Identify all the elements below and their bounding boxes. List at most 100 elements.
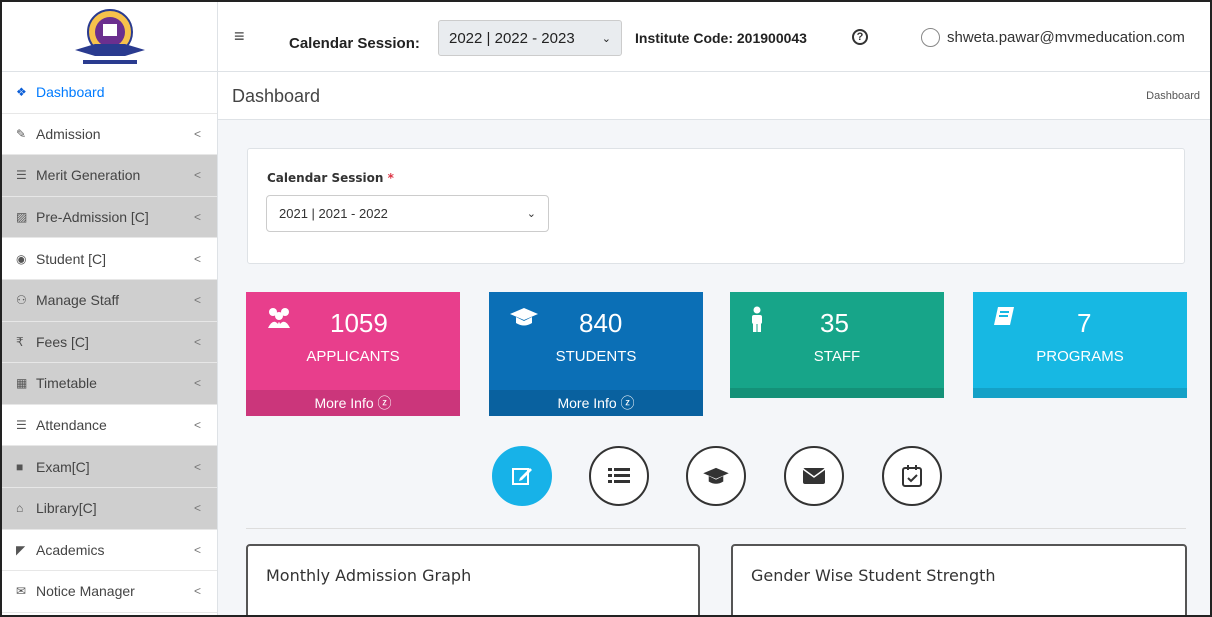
list-shortcut-button[interactable] <box>589 446 649 506</box>
graduation-cap-icon: ◤ <box>16 542 26 557</box>
programs-footer-bar[interactable] <box>973 388 1187 398</box>
required-marker: * <box>387 171 394 185</box>
users-icon <box>266 306 292 336</box>
chevron-left-icon: < <box>193 584 201 599</box>
staff-label: STAFF <box>813 348 861 365</box>
programs-count: 7 <box>1077 308 1092 338</box>
graduation-cap-icon <box>703 467 729 484</box>
page-title: Dashboard <box>232 86 321 106</box>
graduation-cap-icon <box>509 306 539 334</box>
academics-shortcut-button[interactable] <box>686 446 746 506</box>
chevron-left-icon: < <box>193 459 201 474</box>
sidebar-item-manage-staff[interactable]: ⚇ Manage Staff < <box>2 279 217 322</box>
envelope-icon: ✉ <box>16 584 27 599</box>
calendar-session-select[interactable]: 2022 | 2022 - 2023 ⌄ <box>438 20 622 56</box>
staff-count: 35 <box>820 308 849 338</box>
sidebar-item-admission[interactable]: ✎ Admission < <box>2 114 217 156</box>
top-navbar: ≡ Calendar Session: 2022 | 2022 - 2023 ⌄… <box>2 2 1210 72</box>
breadcrumb[interactable]: Dashboard <box>1146 90 1200 102</box>
sidebar-item-attendance[interactable]: ☰ Attendance < <box>2 405 217 447</box>
list-icon: ☰ <box>16 418 27 433</box>
sidebar-item-label: Attendance <box>36 417 107 434</box>
calendar-session-dropdown[interactable]: 2021 | 2021 - 2022 ⌄ <box>266 195 549 232</box>
monthly-admission-graph-card: Monthly Admission Graph <box>246 544 700 615</box>
applicants-more-info-link[interactable]: More Info ⓩ <box>246 390 460 416</box>
sidebar-item-label: Timetable <box>36 375 97 392</box>
edit-shortcut-button[interactable] <box>492 446 552 506</box>
sidebar: ❖ Dashboard ✎ Admission < ☰ Merit Genera… <box>2 72 218 615</box>
programs-label: PROGRAMS <box>1036 348 1124 365</box>
calendar-shortcut-button[interactable] <box>882 446 942 506</box>
applicants-count: 1059 <box>330 308 388 338</box>
students-stat-box: 840 STUDENTS More Info ⓩ <box>489 292 703 416</box>
sidebar-item-pre-admission[interactable]: ▨ Pre-Admission [C] < <box>2 196 217 239</box>
sidebar-item-label: Notice Manager <box>36 583 135 600</box>
copy-icon: ▨ <box>16 210 28 225</box>
male-icon <box>750 306 764 338</box>
students-count: 840 <box>579 308 623 338</box>
chevron-left-icon: < <box>193 168 201 183</box>
user-avatar-icon[interactable] <box>921 28 940 47</box>
sidebar-item-academics[interactable]: ◤ Academics < <box>2 530 217 572</box>
chevron-left-icon: < <box>193 210 201 225</box>
user-circle-icon: ◉ <box>16 251 27 266</box>
sidebar-item-timetable[interactable]: ▦ Timetable < <box>2 363 217 405</box>
chevron-down-icon: ⌄ <box>526 208 536 220</box>
sidebar-item-label: Library[C] <box>36 500 97 517</box>
library-icon: ⌂ <box>16 501 24 516</box>
sidebar-item-label: Dashboard <box>36 84 105 101</box>
list-icon: ☰ <box>16 168 27 183</box>
sidebar-item-label: Academics <box>36 541 105 558</box>
chevron-left-icon: < <box>193 542 201 557</box>
chevron-left-icon: < <box>193 126 201 141</box>
calendar-session-label: Calendar Session: <box>289 35 420 52</box>
sidebar-item-label: Pre-Admission [C] <box>36 209 149 226</box>
dropdown-value: 2021 | 2021 - 2022 <box>279 206 388 221</box>
envelope-icon <box>802 468 826 484</box>
sidebar-item-dashboard[interactable]: ❖ Dashboard <box>2 72 217 114</box>
field-label-text: Calendar Session <box>267 171 384 185</box>
staff-footer-bar[interactable] <box>730 388 944 398</box>
sidebar-item-label: Fees [C] <box>36 333 89 350</box>
applicants-label: APPLICANTS <box>306 348 400 365</box>
calendar-check-icon <box>902 465 922 487</box>
sidebar-item-merit-generation[interactable]: ☰ Merit Generation < <box>2 155 217 197</box>
sidebar-item-exam[interactable]: ■ Exam[C] < <box>2 446 217 488</box>
sidebar-item-label: Exam[C] <box>36 458 90 475</box>
sidebar-item-notice-manager[interactable]: ✉ Notice Manager < <box>2 571 217 613</box>
sidebar-item-library[interactable]: ⌂ Library[C] < <box>2 487 217 530</box>
session-select-value: 2022 | 2022 - 2023 <box>449 29 575 47</box>
sidebar-item-label: Student [C] <box>36 250 107 267</box>
chevron-left-icon: < <box>193 376 201 391</box>
sidebar-item-label: Merit Generation <box>36 167 141 184</box>
help-icon[interactable]: ? <box>852 29 868 45</box>
content-header: Dashboard Dashboard <box>218 72 1210 120</box>
logo-icon <box>74 9 145 64</box>
chevron-left-icon: < <box>193 418 201 433</box>
user-email[interactable]: shweta.pawar@mvmeducation.com <box>947 29 1185 46</box>
section-divider <box>246 528 1186 529</box>
users-icon: ⚇ <box>16 293 27 308</box>
programs-stat-box: 7 PROGRAMS <box>973 292 1187 398</box>
app-frame: ≡ Calendar Session: 2022 | 2022 - 2023 ⌄… <box>0 0 1212 617</box>
notice-shortcut-button[interactable] <box>784 446 844 506</box>
students-more-info-link[interactable]: More Info ⓩ <box>489 390 703 416</box>
graph-title: Gender Wise Student Strength <box>751 566 996 585</box>
sidebar-item-fees[interactable]: ₹ Fees [C] < <box>2 321 217 364</box>
chevron-left-icon: < <box>193 251 201 266</box>
rupee-icon: ₹ <box>16 334 24 349</box>
institute-code: Institute Code: 201900043 <box>635 30 807 46</box>
graph-title: Monthly Admission Graph <box>266 566 472 585</box>
calendar-icon: ▦ <box>16 376 28 391</box>
applicants-stat-box: 1059 APPLICANTS More Info ⓩ <box>246 292 460 416</box>
gender-strength-graph-card: Gender Wise Student Strength <box>731 544 1187 615</box>
list-icon <box>608 468 630 483</box>
sidebar-item-student[interactable]: ◉ Student [C] < <box>2 238 217 280</box>
calendar-session-field-label: Calendar Session * <box>267 171 394 185</box>
book-icon <box>993 306 1015 334</box>
students-label: STUDENTS <box>555 348 637 365</box>
chevron-left-icon: < <box>193 334 201 349</box>
dashboard-icon: ❖ <box>16 85 27 100</box>
institute-logo[interactable] <box>2 2 218 72</box>
menu-toggle-icon[interactable]: ≡ <box>234 26 245 47</box>
